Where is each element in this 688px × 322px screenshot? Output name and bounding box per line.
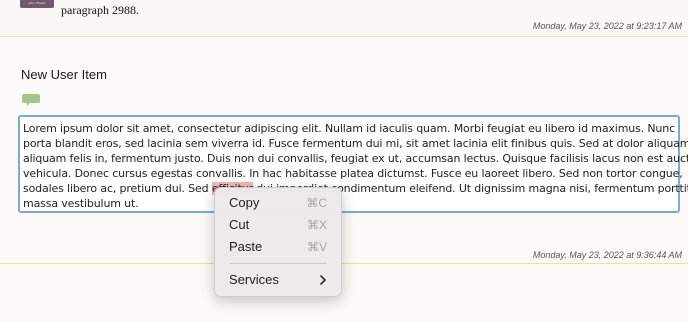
editor-line: massa vestibulum ut. (23, 197, 139, 210)
item-timestamp: Monday, May 23, 2022 at 9:36:44 AM (532, 250, 682, 260)
menu-item-shortcut: ⌘X (306, 218, 327, 232)
comment-icon[interactable] (21, 93, 41, 107)
previous-item: John Phobe paragraph 2988. Monday, May 2… (0, 0, 688, 36)
menu-separator (229, 263, 327, 264)
divider (0, 263, 688, 264)
avatar-label: John Phobe (28, 1, 46, 5)
editor-line: vehicula. Donec cursus egestas convallis… (23, 167, 683, 180)
divider (0, 36, 688, 37)
menu-item-label: Cut (229, 217, 250, 232)
previous-item-timestamp: Monday, May 23, 2022 at 9:23:17 AM (532, 21, 682, 31)
menu-item-copy[interactable]: Copy ⌘C (215, 193, 341, 213)
editor-line: porta blandit eros, sed lacinia sem vive… (23, 137, 688, 150)
menu-item-cut[interactable]: Cut ⌘X (215, 215, 341, 235)
previous-item-text: paragraph 2988. (61, 3, 139, 17)
item-title: New User Item (21, 67, 107, 82)
menu-item-shortcut: ⌘C (306, 196, 327, 210)
menu-item-label: Services (229, 272, 279, 287)
editor-line: Lorem ipsum dolor sit amet, consectetur … (23, 122, 675, 135)
menu-item-label: Paste (229, 239, 263, 254)
menu-item-shortcut: ⌘V (306, 240, 327, 254)
context-menu: Copy ⌘C Cut ⌘X Paste ⌘V Services (214, 187, 342, 297)
editor-line: sodales libero ac, pretium dui. Sed effi… (23, 181, 688, 196)
menu-item-paste[interactable]: Paste ⌘V (215, 237, 341, 257)
text-editor[interactable]: Lorem ipsum dolor sit amet, consectetur … (18, 115, 688, 213)
menu-item-label: Copy (229, 195, 260, 210)
chevron-right-icon (319, 270, 327, 290)
editor-line: aliquam felis in, fermentum justo. Duis … (23, 152, 688, 165)
menu-item-services[interactable]: Services (215, 270, 341, 290)
editor-text[interactable]: Lorem ipsum dolor sit amet, consectetur … (23, 121, 688, 211)
editor-text-fragment: sodales libero ac, pretium dui. Sed (23, 182, 212, 195)
